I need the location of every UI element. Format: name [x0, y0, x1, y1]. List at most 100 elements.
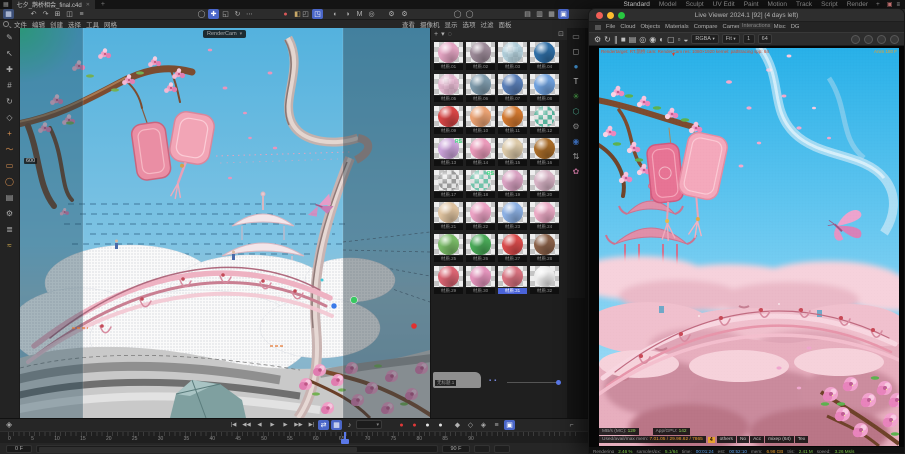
scale-tool-icon[interactable]: ◱	[220, 9, 231, 19]
play-button[interactable]: ▶	[267, 420, 278, 430]
layout-tab[interactable]: Render	[845, 1, 870, 8]
render-image[interactable]: Rendertarget: RT.鹊桥 cam: RenderCam res: …	[599, 48, 899, 446]
layout-menu-icon[interactable]: ≡	[896, 2, 900, 8]
dynamics-icon[interactable]: ≈	[3, 239, 17, 252]
add-layout-button[interactable]: +	[874, 1, 882, 8]
text-tool-icon[interactable]: T	[574, 77, 579, 86]
axis-y-lock-icon[interactable]: ◯	[464, 9, 475, 19]
material-swatch[interactable]: 材质.15	[498, 138, 527, 166]
material-swatch[interactable]: 材质.30	[466, 266, 495, 294]
sphere-b-icon[interactable]: ◑	[342, 9, 353, 19]
sort-materials-icon[interactable]: ▾	[441, 30, 445, 38]
key-position-toggle[interactable]: ◆	[452, 420, 463, 430]
lv-menu-cloud[interactable]: Cloud	[620, 24, 635, 30]
pen-tool-icon[interactable]: ✎	[3, 31, 17, 44]
lv-alpha-icon[interactable]: ◐	[659, 35, 664, 44]
sound-toggle[interactable]: ♪	[344, 420, 355, 430]
snap-cursor-icon[interactable]: ◎	[366, 9, 377, 19]
updown-icon[interactable]: ⇅	[573, 152, 580, 161]
copy-icon[interactable]: ◫	[64, 9, 75, 19]
material-swatch[interactable]: 材质.19	[498, 170, 527, 198]
material-swatch[interactable]: 材质.22	[466, 202, 495, 230]
node-icon[interactable]: ⬡	[573, 107, 580, 116]
thumb-size-small-icon[interactable]: ▪	[489, 378, 491, 384]
material-swatch[interactable]: 材质.11	[498, 106, 527, 134]
rotate-tool-icon[interactable]: ↻	[232, 9, 243, 19]
coord-object-icon[interactable]: ◳	[312, 9, 323, 19]
record-button[interactable]: ●	[396, 420, 407, 430]
live-selection-icon[interactable]: ◯	[196, 9, 207, 19]
material-swatch[interactable]: 材质.20	[530, 170, 559, 198]
timeline-ruler[interactable]: 051015202530354045505560657075808590	[0, 431, 588, 443]
material-swatch[interactable]: 材质.21	[434, 202, 463, 230]
move-icon[interactable]: ✚	[3, 63, 17, 76]
lv-titlebar[interactable]: Live Viewer 2024.1 [92] (4 days left)	[589, 9, 904, 22]
range-start-field[interactable]: 0 F	[6, 445, 32, 453]
edit-render-settings-icon[interactable]: ⚙	[399, 9, 410, 19]
redo-icon[interactable]: ↷	[40, 9, 51, 19]
material-swatch[interactable]: 材质.28	[530, 234, 559, 262]
material-swatch[interactable]: 材质.31	[498, 266, 527, 294]
add-object-icon[interactable]: +	[3, 127, 17, 140]
lv-aov-dropdown[interactable]: RGBA ▾	[691, 34, 718, 44]
net-icon[interactable]: ◉	[573, 137, 580, 146]
viewport[interactable]: RenderCam ▾ 600	[20, 28, 430, 418]
material-swatch[interactable]: 材质.09	[434, 106, 463, 134]
lv-menu-materials[interactable]: Materials	[665, 24, 689, 30]
layout-tab[interactable]: UV Edit	[711, 1, 737, 8]
lv-region-icon[interactable]: ▢	[667, 35, 675, 44]
loop-toggle[interactable]: ⇄	[318, 420, 329, 430]
range-end-field[interactable]: 90 F	[442, 445, 470, 453]
material-swatch[interactable]: 材质.06	[466, 74, 495, 102]
live-render-icon[interactable]: ▣	[558, 9, 569, 19]
key-pla-toggle[interactable]: ▣	[504, 420, 515, 430]
sphere-a-icon[interactable]: ◐	[330, 9, 341, 19]
powerslider-toggle[interactable]: ▦	[331, 420, 342, 430]
camera-selector[interactable]: RenderCam ▾	[203, 30, 246, 38]
lv-focus-pick-icon[interactable]: ◎	[639, 35, 646, 44]
material-swatch[interactable]: 材质.16	[530, 138, 559, 166]
layout-tab[interactable]: Paint	[742, 1, 761, 8]
panel-square-icon[interactable]: ◻	[573, 47, 580, 56]
next-key-button[interactable]: ▶▶	[293, 420, 304, 430]
prev-frame-button[interactable]: ◀	[254, 420, 265, 430]
gear-small-icon[interactable]: ⚙	[3, 207, 17, 220]
lv-denoiser-toggle[interactable]	[851, 35, 860, 44]
lv-info-toggle[interactable]	[890, 35, 899, 44]
range-slider[interactable]	[36, 445, 438, 453]
lv-menu-misc[interactable]: Misc	[774, 24, 786, 30]
slider-handle[interactable]	[556, 380, 561, 385]
material-swatch[interactable]: 材质.03	[498, 42, 527, 70]
close-tab-icon[interactable]: ✕	[86, 2, 90, 8]
gui-layout-icon[interactable]: ▦	[3, 9, 14, 19]
prev-key-button[interactable]: ◀◀	[241, 420, 252, 430]
layout-store-icon[interactable]: ▣	[887, 1, 893, 8]
select-arrow-icon[interactable]: ↖	[3, 47, 17, 60]
lv-menu-dg[interactable]: DG	[791, 24, 800, 30]
material-swatch[interactable]: RS 材质.13	[434, 138, 463, 166]
lv-upsampling-toggle[interactable]	[864, 35, 873, 44]
move-tool-icon[interactable]: ✚	[208, 9, 219, 19]
lv-render-area[interactable]: Rendertarget: RT.鹊桥 cam: RenderCam res: …	[589, 46, 904, 454]
render-team-icon[interactable]: ▦	[546, 9, 557, 19]
cube-icon[interactable]: ▭	[3, 159, 17, 172]
material-panel-menu-icon[interactable]: ⊡	[558, 30, 564, 38]
material-swatch[interactable]: 材质.14	[466, 138, 495, 166]
search-materials-icon[interactable]: ◌	[448, 31, 452, 38]
material-red-icon[interactable]: ●	[280, 9, 291, 19]
list-icon[interactable]: ≣	[3, 223, 17, 236]
material-swatch[interactable]: 材质.04	[530, 42, 559, 70]
cloth-icon[interactable]: ▤	[3, 191, 17, 204]
material-swatch[interactable]: 材质.08	[530, 74, 559, 102]
lv-bucket-field[interactable]: 64	[758, 34, 772, 44]
material-swatch[interactable]: 材质.17	[434, 170, 463, 198]
render-settings-icon[interactable]: ⚙	[386, 9, 397, 19]
paste-icon[interactable]: ≡	[76, 9, 87, 19]
new-tab-button[interactable]: +	[101, 1, 105, 8]
range-active-bar[interactable]	[39, 447, 357, 452]
thumb-size-large-icon[interactable]: ▪	[494, 378, 496, 384]
layout-tab[interactable]: Track	[794, 1, 814, 8]
lv-stop-icon[interactable]: ■	[621, 35, 626, 44]
blue-sphere-icon[interactable]: ●	[574, 62, 579, 71]
next-frame-button[interactable]: ▶	[280, 420, 291, 430]
